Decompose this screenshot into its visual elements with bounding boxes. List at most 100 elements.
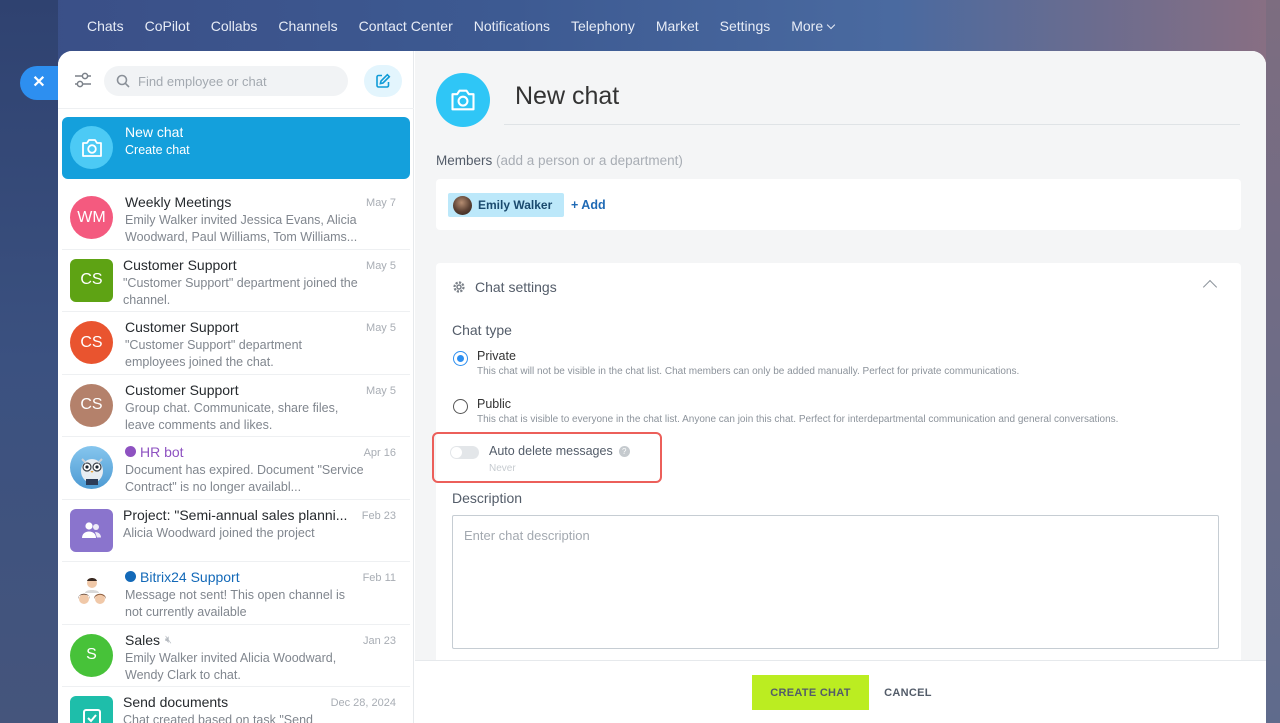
bot-badge-icon: [125, 446, 136, 457]
chat-title-input[interactable]: [504, 79, 1240, 114]
member-chip[interactable]: Emily Walker: [448, 193, 565, 217]
chat-preview: "Customer Support" department employees …: [125, 338, 303, 369]
list-item-customer-support-1[interactable]: CS Customer Support May 5 "Customer Supp…: [62, 250, 410, 312]
nav-contact-center[interactable]: Contact Center: [359, 18, 453, 34]
auto-delete-label-text: Auto delete messages: [489, 444, 613, 458]
chat-preview: Alicia Woodward joined the project: [123, 525, 315, 540]
avatar: WM: [70, 196, 113, 239]
close-slider-button[interactable]: ✕: [20, 66, 58, 100]
nav-more-label: More: [791, 17, 824, 34]
chat-date: May 7: [366, 197, 396, 209]
list-item-project[interactable]: Project: "Semi-annual sales planni... Fe…: [62, 500, 410, 562]
search-input[interactable]: [138, 73, 328, 89]
chat-settings-title: Chat settings: [475, 279, 557, 295]
gear-icon: [453, 281, 465, 293]
avatar: S: [70, 633, 113, 677]
list-item-send-documents[interactable]: Send documents Dec 28, 2024 Chat created…: [62, 687, 410, 723]
cancel-button[interactable]: CANCEL: [875, 675, 941, 710]
compose-icon: [376, 73, 391, 88]
nav-chats[interactable]: Chats: [87, 18, 124, 34]
owl-bot-icon: [80, 457, 103, 485]
chevron-down-icon: [826, 20, 836, 29]
new-chat-button[interactable]: [364, 65, 402, 97]
chat-preview: Document has expired. Document "Service …: [125, 463, 364, 494]
list-item-bitrix24-support[interactable]: Bitrix24 Support Feb 11 Message not sent…: [62, 562, 410, 625]
chat-settings-section: Chat settings Chat type Private This cha…: [432, 263, 1241, 683]
background-right: [1266, 0, 1280, 723]
members-hint: (add a person or a department): [496, 153, 683, 168]
task-avatar: [70, 696, 113, 723]
nav-collabs[interactable]: Collabs: [211, 18, 258, 34]
nav-copilot[interactable]: CoPilot: [145, 18, 190, 34]
chat-list: New chat Create chat WM Weekly Meetings …: [58, 109, 414, 723]
nav-channels[interactable]: Channels: [278, 18, 337, 34]
nav-telephony[interactable]: Telephony: [571, 18, 635, 34]
chat-title: Customer Support: [123, 256, 237, 273]
member-name: Emily Walker: [478, 198, 553, 212]
list-item-new-chat[interactable]: New chat Create chat: [62, 117, 410, 179]
chat-settings-header[interactable]: Chat settings: [452, 279, 557, 295]
chat-date: May 5: [366, 259, 396, 272]
list-item-customer-support-3[interactable]: CS Customer Support May 5 Group chat. Co…: [62, 375, 410, 437]
chat-title: HR bot: [140, 444, 184, 460]
nav-market[interactable]: Market: [656, 18, 699, 34]
chat-preview: Create chat: [125, 143, 190, 157]
chat-sidebar: New chat Create chat WM Weekly Meetings …: [58, 51, 414, 723]
form-footer: CREATE CHAT CANCEL: [415, 660, 1266, 723]
chevron-up-icon[interactable]: [1202, 279, 1218, 295]
auto-delete-value: Never: [489, 463, 516, 474]
auto-delete-label: Auto delete messages?: [489, 444, 630, 458]
members-label-text: Members: [436, 153, 493, 168]
chat-title: Weekly Meetings: [125, 194, 232, 210]
chat-date: Jan 23: [362, 634, 396, 647]
list-item-sales[interactable]: S Sales 🔇︎ Jan 23 Emily Walker invited A…: [62, 625, 410, 687]
avatar: CS: [70, 321, 113, 364]
camera-avatar: [70, 126, 113, 169]
filter-settings-icon[interactable]: [72, 69, 94, 91]
nav-settings[interactable]: Settings: [720, 18, 771, 34]
chat-date: May 5: [366, 384, 396, 397]
private-title: Private: [477, 349, 516, 363]
hr-bot-avatar: [70, 446, 113, 489]
add-member-link[interactable]: + Add: [571, 198, 606, 212]
search-box: [104, 66, 348, 96]
task-check-icon: [82, 708, 101, 723]
public-radio[interactable]: [453, 399, 468, 414]
camera-icon: [451, 89, 475, 111]
chat-title: Sales: [125, 631, 161, 648]
list-item-weekly-meetings[interactable]: WM Weekly Meetings May 7 Emily Walker in…: [62, 187, 410, 250]
project-avatar: [70, 508, 113, 552]
auto-delete-highlight: Auto delete messages? Never: [432, 432, 662, 483]
description-textarea[interactable]: [453, 516, 1218, 648]
nav-notifications[interactable]: Notifications: [474, 18, 550, 34]
help-icon[interactable]: ?: [618, 446, 630, 457]
avatar: CS: [70, 383, 113, 427]
description-label: Description: [452, 490, 523, 506]
chat-preview: Group chat. Communicate, share files, le…: [125, 400, 339, 432]
chat-title: New chat: [125, 124, 184, 140]
muted-speaker-icon: 🔇︎: [165, 633, 172, 646]
chat-preview: Chat created based on task "Send: [123, 713, 313, 723]
chat-date: Feb 11: [362, 572, 396, 584]
close-icon: ✕: [32, 74, 46, 91]
create-chat-button[interactable]: CREATE CHAT: [752, 675, 869, 710]
chat-preview: Emily Walker invited Jessica Evans, Alic…: [125, 213, 358, 244]
private-radio[interactable]: [453, 351, 468, 366]
chat-type-label: Chat type: [452, 322, 512, 338]
members-selector[interactable]: Emily Walker + Add: [436, 179, 1241, 230]
create-chat-form: Members (add a person or a department) E…: [415, 51, 1266, 723]
support-people-icon: [77, 577, 106, 604]
nav-more[interactable]: More: [791, 17, 836, 34]
list-item-hr-bot[interactable]: HR bot Apr 16 Document has expired. Docu…: [62, 437, 410, 500]
public-description: This chat is visible to everyone in the …: [477, 414, 1119, 425]
auto-delete-toggle[interactable]: [450, 446, 479, 459]
chat-title-field: [504, 79, 1240, 125]
chat-preview: Message not sent! This open channel is n…: [125, 588, 346, 619]
sidebar-toolbar: [58, 51, 414, 109]
chat-date: May 5: [366, 322, 396, 334]
chat-avatar-upload[interactable]: [436, 73, 490, 127]
private-description: This chat will not be visible in the cha…: [477, 366, 1020, 377]
chat-title: Send documents: [123, 694, 229, 710]
list-item-customer-support-2[interactable]: CS Customer Support May 5 "Customer Supp…: [62, 312, 410, 375]
top-navigation: Chats CoPilot Collabs Channels Contact C…: [0, 0, 1280, 51]
